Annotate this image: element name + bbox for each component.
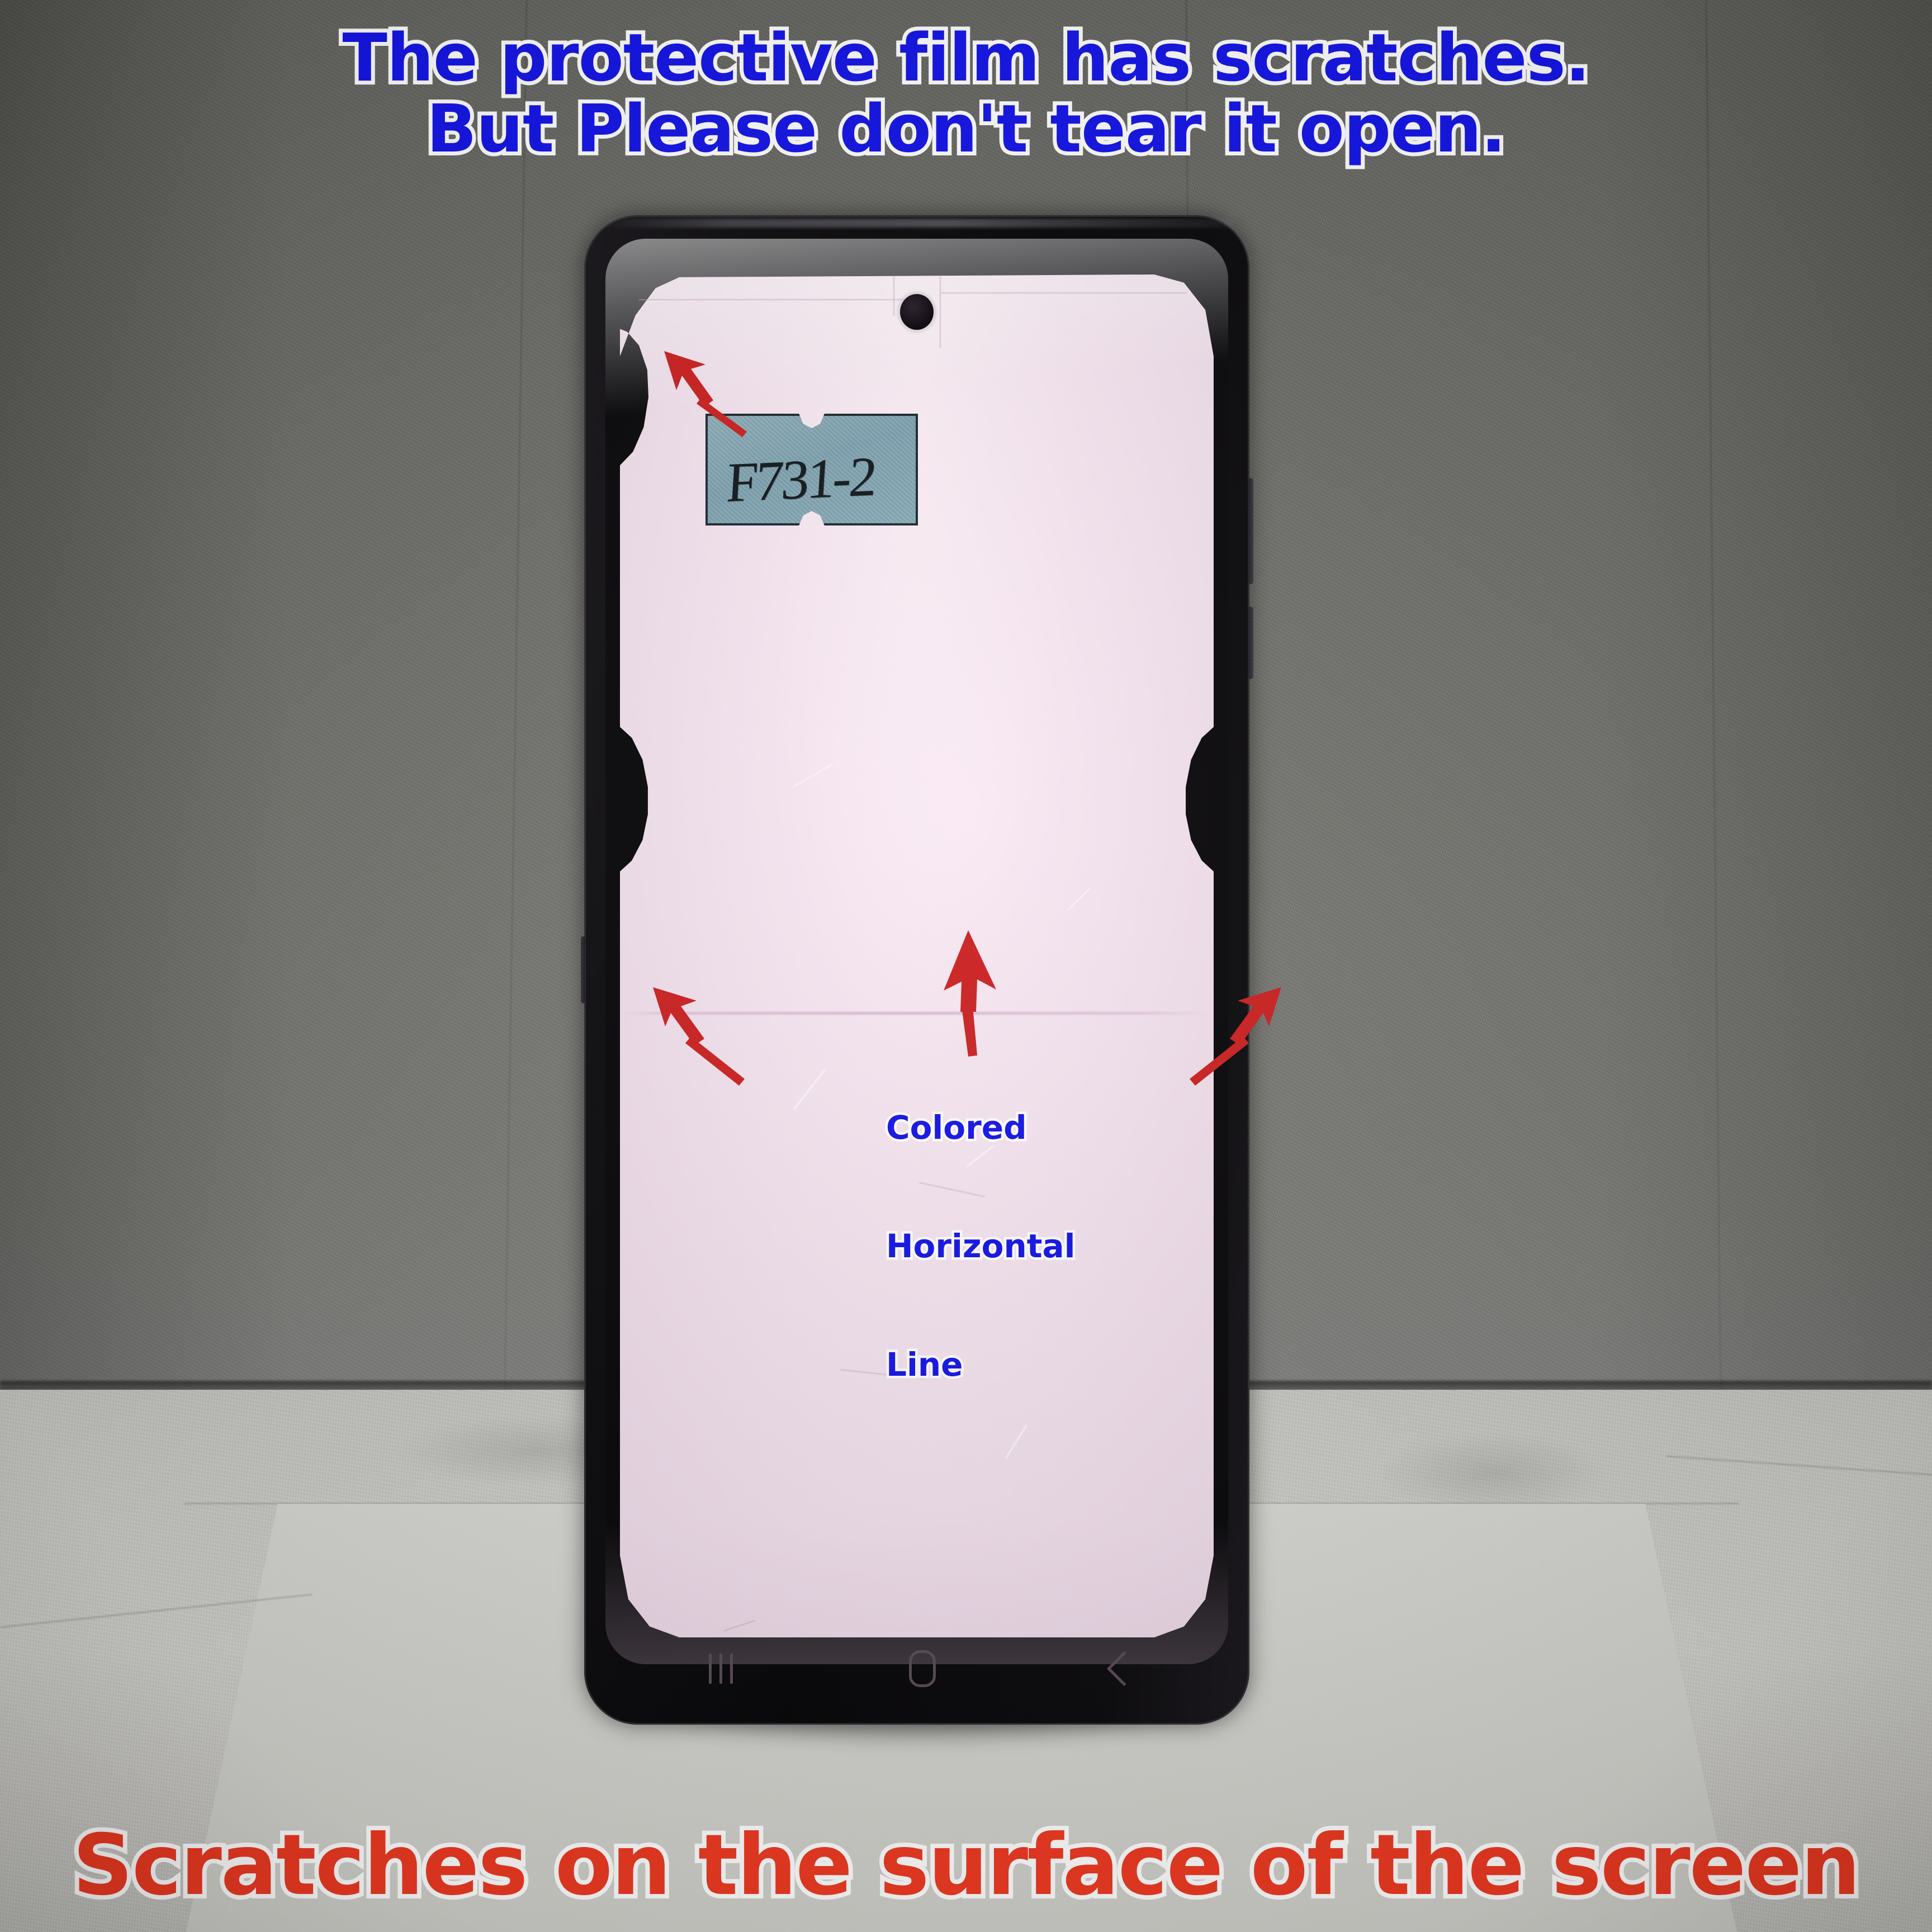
back-icon[interactable] (1106, 1651, 1142, 1687)
photo-scene: F731-2 The protective film has scratches… (0, 0, 1932, 1932)
film-seam (893, 276, 894, 316)
android-navigation-bar (621, 1641, 1224, 1697)
left-side-button[interactable] (581, 936, 585, 1003)
power-button[interactable] (1248, 607, 1253, 679)
front-camera-punch-hole (900, 294, 934, 330)
callout-colored-horizontal-line: Colored Horizontal Line (884, 1029, 1078, 1464)
home-icon[interactable] (908, 1650, 936, 1687)
film-seam (940, 276, 941, 348)
footer-annotation: Scratches on the surface of the screen (68, 1812, 1865, 1919)
colored-horizontal-line-defect (622, 1012, 1210, 1015)
callout-line-1: Colored (884, 1106, 1030, 1149)
wall-shadow-right (1597, 0, 1932, 1398)
wall-shadow-left (0, 0, 291, 1398)
volume-button[interactable] (1248, 478, 1253, 584)
film-seam (941, 292, 1187, 293)
callout-line-3: Line (884, 1343, 965, 1386)
sticker-code-text: F731-2 (724, 445, 877, 514)
callout-line-2: Horizontal (884, 1224, 1078, 1267)
film-seam (639, 299, 918, 300)
recents-icon[interactable] (708, 1654, 733, 1684)
